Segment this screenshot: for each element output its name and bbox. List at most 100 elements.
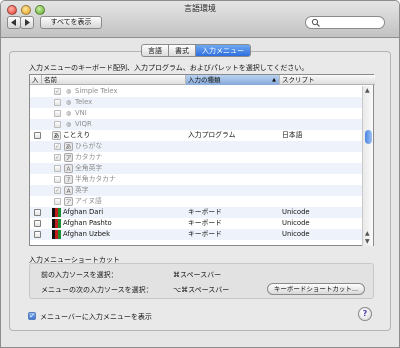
row-checkbox[interactable]: ✓	[54, 154, 61, 161]
title-bar: 言語環境 すべてを表示	[1, 1, 399, 38]
help-button[interactable]: ?	[358, 307, 372, 321]
show-in-menubar-label: メニューバーに入力メニューを表示	[40, 313, 152, 321]
row-name: 英字	[75, 186, 89, 194]
table-row[interactable]: Ａ 全角英字	[30, 163, 363, 174]
row-script: Unicode	[282, 208, 310, 216]
row-name: 全角英字	[75, 164, 103, 172]
scroll-up-icon[interactable]: ▲	[365, 87, 370, 94]
scroll-up-lower-icon[interactable]: ▲	[365, 230, 370, 237]
row-checkbox[interactable]	[34, 220, 41, 227]
table-row[interactable]: ✓ A 英字	[30, 185, 363, 196]
column-header-enabled[interactable]: 入	[30, 75, 42, 85]
row-checkbox[interactable]	[54, 165, 61, 172]
afghan-flag-icon	[52, 208, 61, 217]
globe-icon: ◍	[65, 121, 72, 128]
row-checkbox[interactable]	[54, 176, 61, 183]
table-row[interactable]: ✓ あひらがな	[30, 141, 363, 152]
row-name: Afghan Uzbek	[63, 230, 111, 238]
input-sources-table: 入 名前 入力の種類 ▲ スクリプト ✓ ◍ Simple Telex ◍ Telex ◍…	[29, 74, 375, 246]
globe-icon: ◍	[65, 110, 72, 117]
sort-ascending-icon: ▲	[272, 77, 276, 83]
row-name: アイヌ語	[75, 197, 102, 205]
ainu-icon: ア	[64, 197, 73, 206]
tab-formats[interactable]: 書式	[169, 45, 196, 56]
row-kind: 入力プログラム	[188, 131, 236, 139]
table-body: ✓ ◍ Simple Telex ◍ Telex ◍ VNI ◍ VIQR あことえり 入力プログラ…	[30, 86, 363, 246]
forward-button[interactable]	[20, 16, 34, 29]
keyboard-shortcuts-button[interactable]: キーボードショートカット...	[267, 283, 365, 295]
row-name: VNI	[75, 109, 87, 117]
row-name: ことえり	[63, 131, 91, 139]
next-source-shortcut: ⌥⌘スペースバー	[173, 286, 230, 294]
tab-bar: 言語 書式 入力メニュー	[141, 44, 251, 57]
row-name: ひらがな	[75, 142, 103, 150]
kotoeri-icon: あ	[52, 131, 61, 140]
row-checkbox[interactable]	[34, 132, 41, 139]
table-row[interactable]: ◍ Telex	[30, 97, 363, 108]
table-scrollbar[interactable]: ▲ ▲ ▼	[362, 86, 373, 246]
row-name: Afghan Dari	[63, 208, 104, 216]
table-row[interactable]: ◍ VIQR	[30, 119, 363, 130]
column-header-kind[interactable]: 入力の種類 ▲	[186, 75, 280, 85]
show-in-menubar-checkbox[interactable]: ✓	[28, 312, 36, 320]
katakana-icon: ア	[64, 153, 73, 162]
afghan-flag-icon	[52, 219, 61, 228]
row-checkbox[interactable]	[54, 121, 61, 128]
row-name: Telex	[75, 98, 93, 106]
back-button[interactable]	[7, 16, 21, 29]
row-checkbox[interactable]	[34, 231, 41, 238]
tab-input-menu[interactable]: 入力メニュー	[196, 45, 250, 56]
globe-icon: ◍	[65, 99, 72, 106]
table-row[interactable]: Afghan Dari キーボード Unicode	[30, 207, 363, 218]
row-checkbox[interactable]: ✓	[54, 88, 61, 95]
afghan-flag-icon	[52, 230, 61, 239]
instructions-text: 入力メニューのキーボード配列、入力プログラム、およびパレットを選択してください。	[29, 64, 309, 72]
alpha-icon: A	[64, 186, 73, 195]
row-checkbox[interactable]	[54, 110, 61, 117]
row-name: 半角カタカナ	[75, 175, 116, 183]
row-checkbox[interactable]	[34, 209, 41, 216]
row-checkbox[interactable]: ✓	[54, 187, 61, 194]
row-script: 日本語	[282, 131, 303, 139]
search-icon	[311, 18, 320, 27]
fullwidth-alpha-icon: Ａ	[64, 164, 73, 173]
column-header-script[interactable]: スクリプト	[280, 75, 375, 85]
scroll-thumb[interactable]	[365, 130, 372, 144]
back-arrow-icon	[11, 19, 16, 26]
row-script: Unicode	[282, 219, 310, 227]
row-checkbox[interactable]: ✓	[54, 143, 61, 150]
row-script: Unicode	[282, 230, 310, 238]
column-header-name[interactable]: 名前	[42, 75, 186, 85]
globe-icon: ◍	[65, 88, 72, 95]
search-field[interactable]	[305, 16, 385, 29]
next-source-label: メニューの次の入力ソースを選択：	[41, 286, 153, 294]
row-name: カタカナ	[75, 153, 103, 161]
show-all-button[interactable]: すべてを表示	[40, 16, 102, 29]
row-name: Afghan Pashto	[63, 219, 112, 227]
hiragana-icon: あ	[64, 142, 73, 151]
table-row[interactable]: ◍ VNI	[30, 108, 363, 119]
table-header: 入 名前 入力の種類 ▲ スクリプト	[30, 75, 375, 85]
tab-language[interactable]: 言語	[142, 45, 169, 56]
prev-source-shortcut: ⌘スペースバー	[173, 271, 222, 279]
column-header-kind-label: 入力の種類	[188, 76, 221, 84]
row-checkbox[interactable]	[54, 198, 61, 205]
forward-arrow-icon	[25, 19, 30, 26]
window-title: 言語環境	[184, 4, 216, 13]
prev-source-label: 前の入力ソースを選択：	[41, 271, 118, 279]
row-kind: キーボード	[188, 219, 222, 227]
row-name: VIQR	[75, 120, 92, 128]
table-row[interactable]: ✓ アカタカナ	[30, 152, 363, 163]
table-row[interactable]: アアイヌ語	[30, 196, 363, 207]
table-row[interactable]: ｱ半角カタカナ	[30, 174, 363, 185]
table-row[interactable]: Afghan Pashto キーボード Unicode	[30, 218, 363, 229]
halfwidth-kana-icon: ｱ	[64, 175, 73, 184]
row-checkbox[interactable]	[54, 99, 61, 106]
scroll-down-icon[interactable]: ▼	[365, 238, 370, 245]
preferences-window: 言語環境 すべてを表示 言語 書式 入力メニュー 入力メニューのキーボード配列、…	[0, 0, 400, 348]
row-name: Simple Telex	[75, 87, 118, 95]
table-row[interactable]: Afghan Uzbek キーボード Unicode	[30, 229, 363, 240]
table-row[interactable]: ✓ ◍ Simple Telex	[30, 86, 363, 97]
row-kind: キーボード	[188, 208, 222, 216]
table-row[interactable]: あことえり 入力プログラム 日本語	[30, 130, 363, 141]
